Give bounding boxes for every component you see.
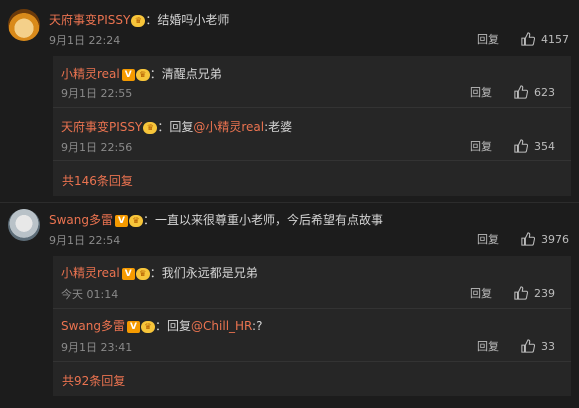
view-more-replies-link[interactable]: 共92条回复: [62, 372, 125, 389]
reply-box: 小精灵real V ♛ ：我们永远都是兄弟 今天 01:14 回复 239 Swang…: [53, 256, 571, 396]
thumbs-up-icon: [521, 232, 535, 246]
verified-icon: V: [115, 214, 129, 227]
divider: [53, 160, 571, 161]
timestamp: 9月1日 22:55: [61, 87, 133, 100]
reply-line: Swang多雷 V ♛ ：回复@Chill_HR:?: [61, 319, 263, 333]
avatar[interactable]: [8, 209, 40, 241]
thumbs-up-icon: [514, 139, 528, 153]
username[interactable]: 小精灵real: [61, 67, 120, 81]
reply-button[interactable]: 回复: [477, 31, 499, 47]
comment-line: Swang多雷 V ♛ ：一直以来很尊重小老师，今后希望有点故事: [49, 213, 384, 227]
username[interactable]: 小精灵real: [61, 266, 120, 280]
like-button[interactable]: 3976: [521, 232, 569, 246]
timestamp: 9月1日 22:54: [49, 234, 121, 247]
reply-button[interactable]: 回复: [477, 338, 499, 354]
like-count: 623: [534, 85, 555, 99]
like-count: 354: [534, 139, 555, 153]
timestamp: 9月1日 23:41: [61, 341, 133, 354]
mention-link[interactable]: @Chill_HR: [191, 319, 252, 333]
reply-button[interactable]: 回复: [470, 285, 492, 301]
username[interactable]: Swang多雷: [49, 213, 113, 227]
verified-icon: V: [127, 320, 141, 333]
timestamp: 9月1日 22:56: [61, 141, 133, 154]
timestamp: 今天 01:14: [61, 288, 119, 301]
reply-button[interactable]: 回复: [477, 231, 499, 247]
comment-text: 一直以来很尊重小老师，今后希望有点故事: [155, 213, 384, 227]
like-button[interactable]: 33: [521, 339, 555, 353]
reply-button[interactable]: 回复: [470, 84, 492, 100]
like-button[interactable]: 4157: [521, 32, 569, 46]
timestamp: 9月1日 22:24: [49, 34, 121, 47]
fan-badge-icon: ♛: [129, 214, 144, 227]
reply-line: 天府事变PISSY ♛ ：回复@小精灵real:老婆: [61, 120, 293, 134]
thumbs-up-icon: [521, 32, 535, 46]
fan-badge-icon: ♛: [135, 68, 150, 81]
like-button[interactable]: 239: [514, 286, 555, 300]
like-count: 33: [541, 339, 555, 353]
username[interactable]: Swang多雷: [61, 319, 125, 333]
reply-text: :?: [252, 319, 263, 333]
like-count: 3976: [541, 232, 569, 246]
reply-text: :老婆: [264, 120, 293, 134]
reply-actions: 回复 33: [477, 338, 555, 354]
thumbs-up-icon: [514, 286, 528, 300]
username[interactable]: 天府事变PISSY: [49, 13, 130, 27]
reply-text: 我们永远都是兄弟: [161, 266, 258, 280]
comment-text: 结婚吗小老师: [157, 13, 230, 27]
like-button[interactable]: 354: [514, 139, 555, 153]
view-more-replies-link[interactable]: 共146条回复: [62, 172, 133, 189]
like-button[interactable]: 623: [514, 85, 555, 99]
fan-badge-icon: ♛: [131, 14, 146, 27]
like-count: 239: [534, 286, 555, 300]
divider: [0, 202, 579, 203]
verified-icon: V: [121, 68, 135, 81]
comment-actions: 回复 3976: [477, 231, 569, 247]
fan-badge-icon: ♛: [143, 121, 158, 134]
thumbs-up-icon: [521, 339, 535, 353]
divider: [53, 361, 571, 362]
divider: [53, 308, 571, 309]
reply-actions: 回复 354: [470, 138, 555, 154]
fan-badge-icon: ♛: [141, 320, 156, 333]
reply-box: 小精灵real V ♛ ：清醒点兄弟 9月1日 22:55 回复 623 天府事变PI…: [53, 56, 571, 196]
username[interactable]: 天府事变PISSY: [61, 120, 142, 134]
reply-actions: 回复 623: [470, 84, 555, 100]
mention-link[interactable]: @小精灵real: [193, 120, 264, 134]
like-count: 4157: [541, 32, 569, 46]
reply-button[interactable]: 回复: [470, 138, 492, 154]
avatar[interactable]: [8, 9, 40, 41]
thumbs-up-icon: [514, 85, 528, 99]
reply-line: 小精灵real V ♛ ：清醒点兄弟: [61, 67, 222, 81]
verified-icon: V: [121, 267, 135, 280]
reply-text: 清醒点兄弟: [161, 67, 222, 81]
fan-badge-icon: ♛: [135, 267, 150, 280]
divider: [53, 107, 571, 108]
reply-actions: 回复 239: [470, 285, 555, 301]
comment-line: 天府事变PISSY ♛ ：结婚吗小老师: [49, 13, 230, 27]
comment-actions: 回复 4157: [477, 31, 569, 47]
reply-line: 小精灵real V ♛ ：我们永远都是兄弟: [61, 266, 258, 280]
